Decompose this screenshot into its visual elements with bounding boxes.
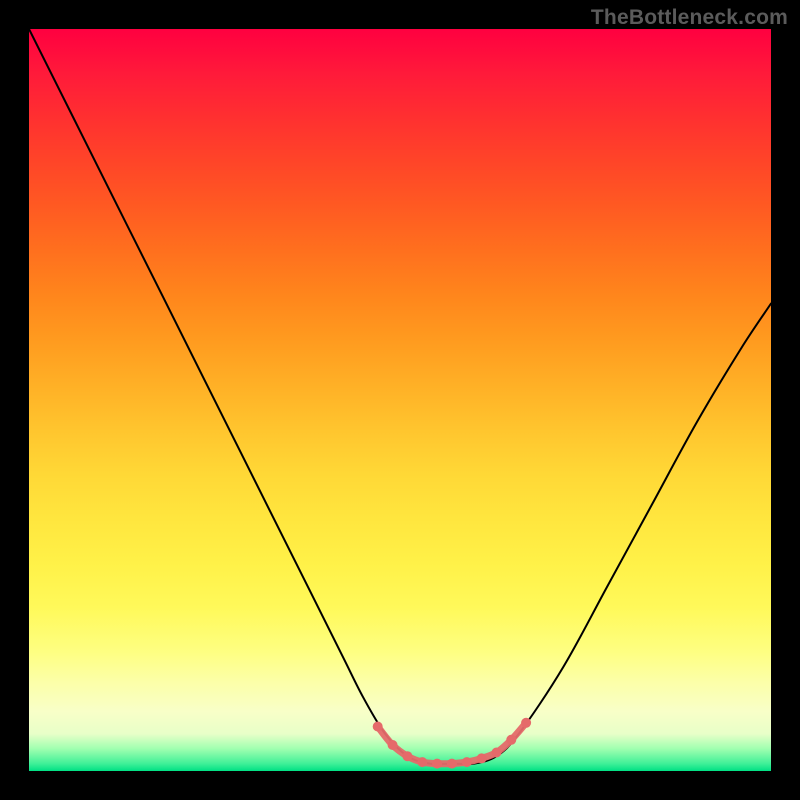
marker-dot xyxy=(477,753,487,763)
watermark-label: TheBottleneck.com xyxy=(591,6,788,29)
watermark-text: TheBottleneck.com xyxy=(591,6,788,30)
marker-layer xyxy=(373,718,531,769)
marker-dot xyxy=(447,759,457,769)
marker-dot xyxy=(492,748,502,758)
marker-dot xyxy=(417,757,427,767)
marker-dot xyxy=(432,759,442,769)
marker-dot xyxy=(462,757,472,767)
chart-container: TheBottleneck.com xyxy=(0,0,800,800)
marker-dot xyxy=(402,751,412,761)
marker-stroke xyxy=(378,723,526,764)
bottleneck-curve xyxy=(29,29,771,764)
curve-layer xyxy=(29,29,771,771)
curve-path xyxy=(29,29,771,764)
marker-dot xyxy=(373,722,383,732)
marker-dot xyxy=(521,718,531,728)
marker-dot xyxy=(388,740,398,750)
marker-dot xyxy=(506,735,516,745)
plot-area xyxy=(29,29,771,771)
